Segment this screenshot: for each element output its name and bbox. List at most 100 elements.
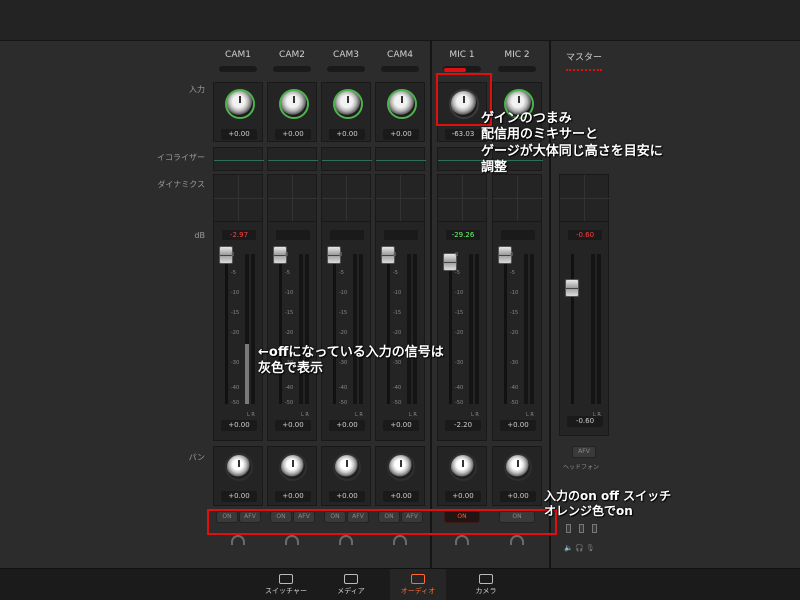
peak-value: [330, 230, 364, 240]
fader-scale-label: -5: [510, 270, 515, 276]
fader-box: -2.97 L R +0.00 0 -5 -10 -15 -20 -30 -40 -50: [213, 221, 263, 441]
fader-scale-label: -50: [393, 400, 402, 406]
fader-scale-label: -15: [339, 310, 348, 316]
eq-box[interactable]: [321, 147, 372, 171]
fader-scale-label: -40: [455, 385, 464, 391]
channel-name: MIC 2: [504, 50, 530, 60]
fader-scale-label: 0: [393, 252, 397, 258]
pan-knob[interactable]: [279, 453, 307, 481]
inputs-divider: [430, 41, 432, 568]
fader-box: -29.26 L R -2.20 0 -5 -10 -15 -20 -30 -40 -50: [437, 221, 487, 441]
meter-lr-label: L R: [247, 412, 255, 418]
fader-scale-label: -10: [231, 290, 240, 296]
master-mini-controls[interactable]: [566, 524, 606, 536]
peak-value: [384, 230, 418, 240]
fader-value: -2.20: [445, 420, 481, 431]
headphone-icon[interactable]: [510, 535, 524, 545]
camera-icon: [479, 574, 493, 584]
meter-lr-label: L R: [409, 412, 417, 418]
meter-lr-label: L R: [355, 412, 363, 418]
headphone-icon[interactable]: [231, 535, 245, 545]
pan-value: +0.00: [329, 491, 365, 502]
speaker-headphone-mic-icons: 🔈 🎧 🎙: [564, 544, 595, 552]
bottom-tab-bar: スイッチャー メディア オーディオ カメラ: [0, 568, 800, 600]
fader-scale-label: -10: [455, 290, 464, 296]
fader-scale-label: -15: [510, 310, 519, 316]
tab-camera-label: カメラ: [475, 587, 497, 595]
tab-camera[interactable]: カメラ: [466, 569, 506, 600]
annotation-red-mark: [444, 68, 466, 72]
fader-scale-label: -30: [231, 360, 240, 366]
level-meter-left: [299, 254, 303, 404]
gain-knob[interactable]: [225, 89, 255, 119]
gain-knob[interactable]: [279, 89, 309, 119]
fader-scale-label: -5: [393, 270, 398, 276]
fader-scale-label: -20: [231, 330, 240, 336]
pan-value: +0.00: [275, 491, 311, 502]
master-afv-button[interactable]: AFV: [572, 446, 596, 458]
fader-scale-label: -15: [455, 310, 464, 316]
fader-scale-label: -5: [231, 270, 236, 276]
tab-audio[interactable]: オーディオ: [390, 569, 446, 600]
master-fader-handle[interactable]: [565, 279, 579, 297]
eq-box[interactable]: [267, 147, 318, 171]
channel-label-bar: [327, 66, 365, 72]
pan-knob[interactable]: [225, 453, 253, 481]
fader-scale-label: -5: [455, 270, 460, 276]
eq-box[interactable]: [437, 147, 488, 171]
level-meter-left: [353, 254, 357, 404]
media-icon: [344, 574, 358, 584]
pan-value: +0.00: [500, 491, 536, 502]
dynamics-box[interactable]: [267, 174, 318, 222]
eq-curve: [268, 160, 318, 161]
eq-box[interactable]: [213, 147, 264, 171]
tab-switcher[interactable]: スイッチャー: [258, 569, 314, 600]
fader-box: L R +0.00 0 -5 -10 -15 -20 -30 -40 -50: [267, 221, 317, 441]
gain-knob[interactable]: [333, 89, 363, 119]
pan-knob[interactable]: [387, 453, 415, 481]
annotation-red-underline: [566, 68, 602, 71]
pan-knob[interactable]: [504, 453, 532, 481]
pan-box: +0.00: [321, 446, 371, 506]
dynamics-box[interactable]: [437, 174, 488, 222]
fader-scale-label: -40: [231, 385, 240, 391]
fader-scale-label: -15: [393, 310, 402, 316]
channel-label-bar: [498, 66, 536, 72]
fader-value: +0.00: [329, 420, 365, 431]
tab-media[interactable]: メディア: [328, 569, 374, 600]
fader-scale-label: -40: [285, 385, 294, 391]
gain-knob[interactable]: [387, 89, 417, 119]
headphone-icon[interactable]: [339, 535, 353, 545]
channel-label-bar: [219, 66, 257, 72]
dynamics-box[interactable]: [375, 174, 426, 222]
pan-knob[interactable]: [333, 453, 361, 481]
fader-track: [279, 254, 282, 404]
gain-value: -63.03: [445, 129, 481, 140]
eq-box[interactable]: [375, 147, 426, 171]
headphone-icon[interactable]: [285, 535, 299, 545]
gain-value: +0.00: [383, 129, 419, 140]
fader-scale-label: -30: [510, 360, 519, 366]
dynamics-box[interactable]: [492, 174, 543, 222]
pan-value: +0.00: [445, 491, 481, 502]
fader-scale-label: -20: [285, 330, 294, 336]
headphone-icon[interactable]: [455, 535, 469, 545]
pan-knob[interactable]: [449, 453, 477, 481]
level-meter-right: [413, 254, 417, 404]
fader-scale-label: -15: [285, 310, 294, 316]
peak-value: -2.97: [222, 230, 256, 240]
channel-strip: CAM3 +0.00 L R +0.00 0 -5 -10 -15 -20 -30 -40-…: [321, 41, 372, 568]
annotation-off-note: ←offになっている入力の信号は 灰色で表示: [258, 345, 444, 377]
headphone-icon[interactable]: [393, 535, 407, 545]
annotation-gain-note: ゲインのつまみ 配信用のミキサーと ゲージが大体同じ高さを目安に 調整: [481, 111, 663, 175]
input-box: +0.00: [375, 82, 425, 142]
fader-value: +0.00: [383, 420, 419, 431]
dynamics-box[interactable]: [213, 174, 264, 222]
row-label-pan: パン: [188, 453, 205, 462]
fader-track: [333, 254, 336, 404]
fader-scale-label: -30: [455, 360, 464, 366]
dynamics-box[interactable]: [321, 174, 372, 222]
fader-box: L R +0.00 0 -5 -10 -15 -20 -30 -40 -50: [492, 221, 542, 441]
switcher-icon: [279, 574, 293, 584]
master-fader-value: -0.60: [567, 416, 603, 427]
